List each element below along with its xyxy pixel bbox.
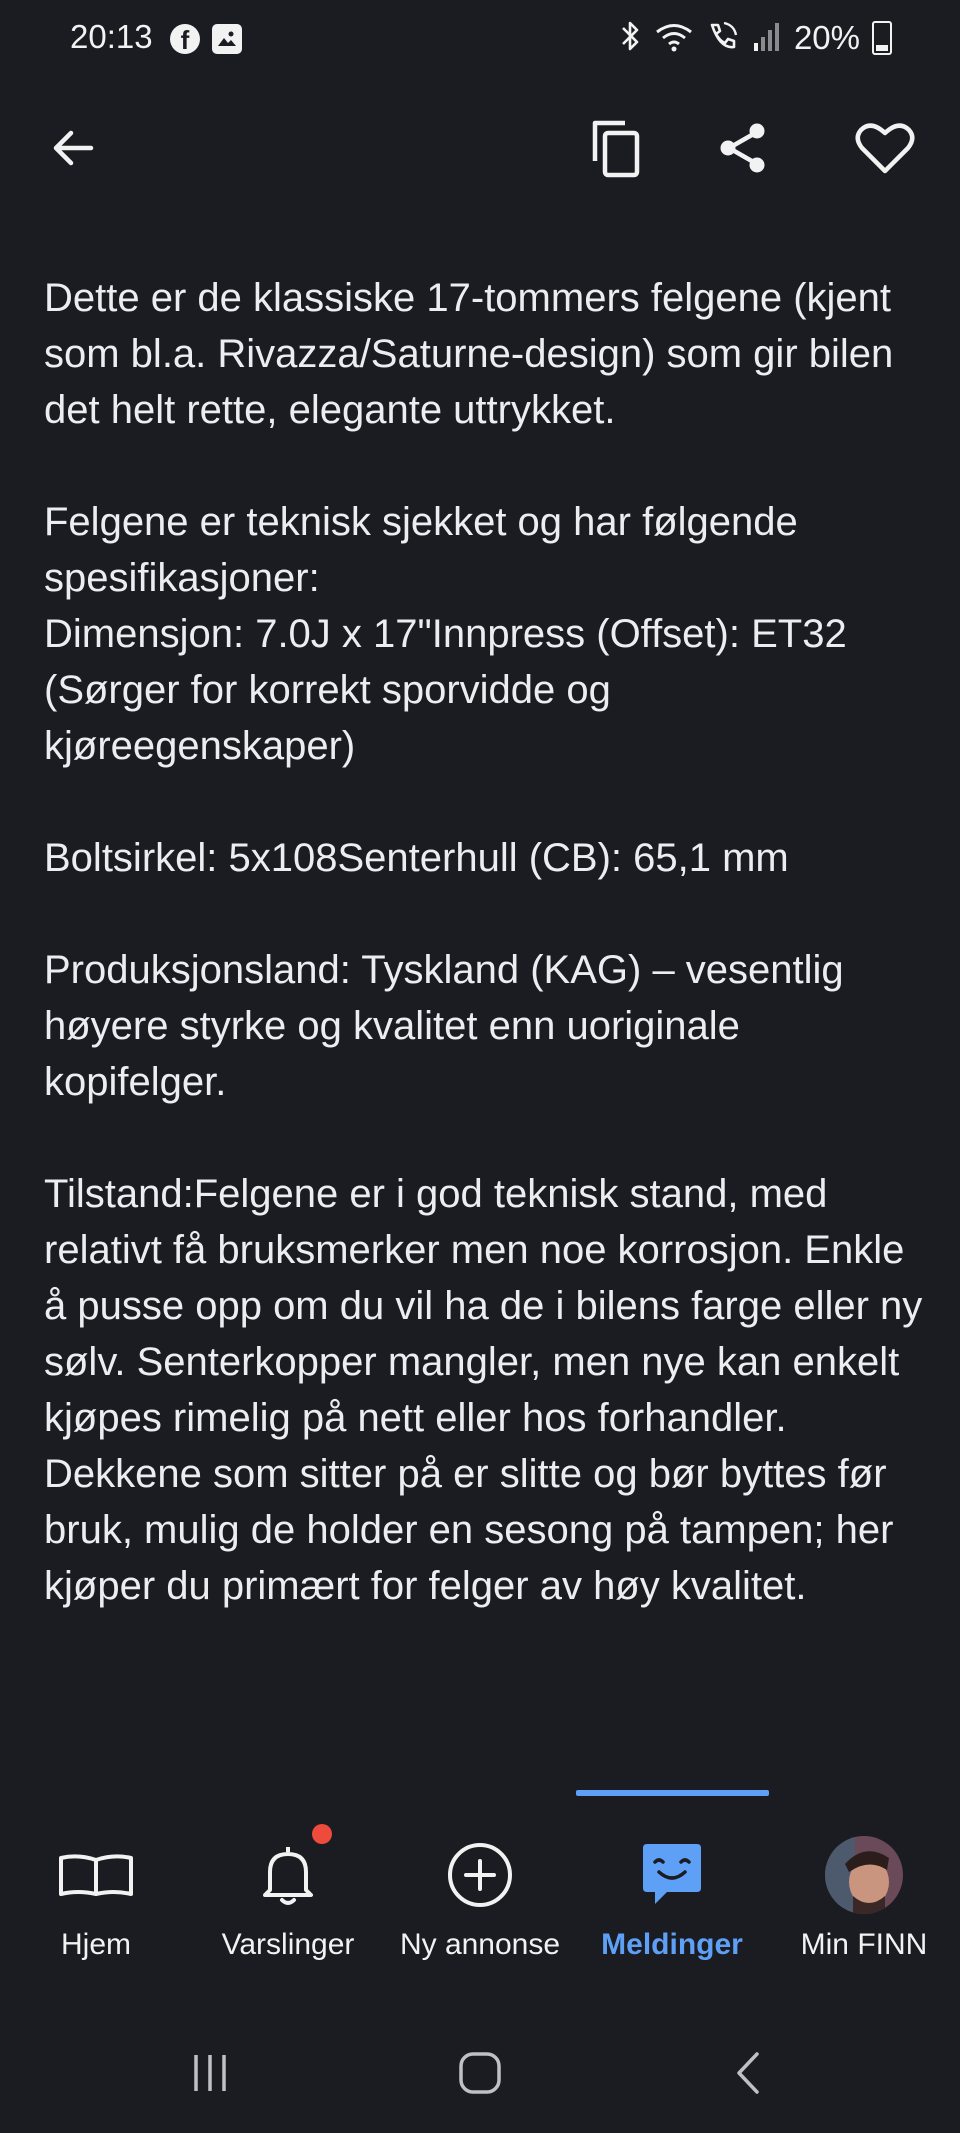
nav-item-varslinger[interactable]: Varslinger <box>192 1790 384 1980</box>
facebook-icon: f <box>170 24 200 55</box>
description-paragraph: Tilstand:Felgene er i god teknisk stand,… <box>44 1172 923 1608</box>
nav-label-ny-annonse: Ny annonse <box>399 1928 561 1961</box>
nav-label-hjem: Hjem <box>60 1928 131 1961</box>
back-arrow-icon <box>49 123 99 178</box>
nav-item-hjem[interactable]: Hjem <box>0 1790 192 1980</box>
notification-dot <box>312 1824 332 1844</box>
description-paragraph: Felgene er teknisk sjekket og har følgen… <box>44 500 847 768</box>
heart-icon <box>854 120 916 181</box>
ad-description: Dette er de klassiske 17-tommers felgene… <box>44 270 924 1670</box>
copy-button[interactable] <box>577 110 657 190</box>
nav-label-meldinger: Meldinger <box>601 1928 743 1961</box>
chat-smile-icon <box>627 1830 717 1920</box>
back-icon <box>733 2050 763 2101</box>
status-bar: 20:13 f 20% <box>0 0 960 80</box>
description-paragraph: Boltsirkel: 5x108Senterhull (CB): 65,1 m… <box>44 836 789 880</box>
home-icon <box>457 2050 503 2101</box>
bottom-navigation: Hjem Varslinger Ny annonse Meldinger Min… <box>0 1790 960 1980</box>
avatar-wrapper <box>819 1830 909 1920</box>
battery-percentage: 20% <box>793 19 860 56</box>
wifi-calling-icon <box>706 19 740 58</box>
wifi-icon <box>654 19 694 58</box>
book-icon <box>51 1830 141 1920</box>
recent-apps-button[interactable] <box>170 2040 250 2110</box>
nav-item-meldinger[interactable]: Meldinger <box>576 1790 768 1980</box>
nav-item-min-finn[interactable]: Min FINN <box>768 1790 960 1980</box>
back-button[interactable] <box>34 110 114 190</box>
recent-apps-icon <box>188 2051 232 2100</box>
status-time: 20:13 <box>70 18 153 55</box>
bluetooth-icon <box>618 19 642 58</box>
system-navigation-bar <box>0 2020 960 2133</box>
share-button[interactable] <box>703 110 783 190</box>
nav-label-varslinger: Varslinger <box>221 1928 355 1961</box>
description-paragraph: Dette er de klassiske 17-tommers felgene… <box>44 276 894 432</box>
signal-icon <box>752 19 782 58</box>
nav-item-ny-annonse[interactable]: Ny annonse <box>384 1790 576 1980</box>
system-back-button[interactable] <box>708 2040 788 2110</box>
share-icon <box>715 120 771 181</box>
status-icons: 20% <box>618 18 892 58</box>
gallery-icon <box>212 24 242 54</box>
favorite-button[interactable] <box>845 110 925 190</box>
battery-icon <box>872 21 892 55</box>
plus-circle-icon <box>435 1830 525 1920</box>
avatar <box>825 1836 903 1914</box>
description-paragraph: Produksjonsland: Tyskland (KAG) – vesent… <box>44 948 844 1104</box>
nav-label-min-finn: Min FINN <box>800 1928 928 1961</box>
copy-icon <box>589 117 645 184</box>
top-app-bar <box>0 100 960 200</box>
home-button[interactable] <box>440 2040 520 2110</box>
